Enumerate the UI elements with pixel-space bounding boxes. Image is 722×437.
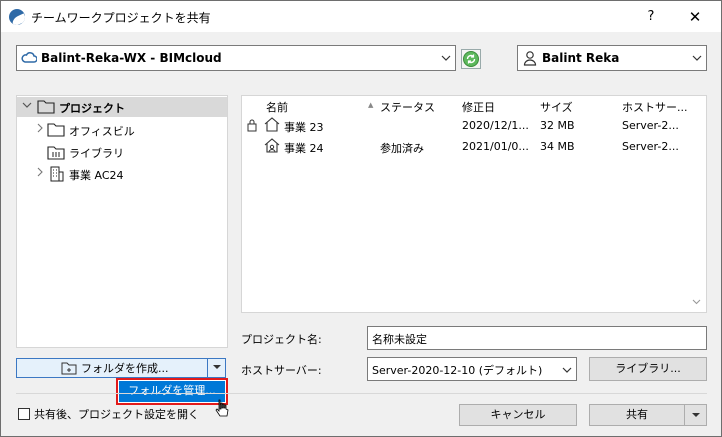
share-label: 共有 (626, 408, 648, 421)
folder-icon (37, 99, 55, 117)
building-icon (49, 166, 65, 185)
tree-item-library[interactable]: ライブラリ (17, 142, 227, 162)
folder-icon (47, 122, 65, 140)
server-select-value: Balint-Reka-WX - BIMcloud (41, 51, 222, 65)
row-status: 参加済み (380, 142, 424, 155)
library-button[interactable]: ライブラリ... (589, 357, 707, 381)
user-select[interactable]: Balint Reka (517, 45, 707, 71)
row-name: 事業 24 (284, 142, 324, 155)
tree-item-label: プロジェクト (59, 102, 125, 115)
cloud-icon (21, 52, 38, 67)
scroll-down-icon[interactable] (692, 297, 701, 309)
tree-item-project-ac24[interactable]: 事業 AC24 (17, 164, 227, 184)
tree-item-label: ライブラリ (69, 147, 124, 160)
tree-item-office-building[interactable]: オフィスビル (17, 120, 227, 140)
project-list: 名前 ▲ ステータス 修正日 サイズ ホストサー... 事業 23 2020/1… (241, 95, 707, 313)
share-dropdown[interactable] (684, 405, 706, 425)
row-host: Server-2... (622, 140, 679, 153)
column-header-name[interactable]: 名前 (266, 99, 288, 115)
open-settings-checkbox[interactable] (18, 408, 30, 420)
project-joined-icon (264, 138, 280, 156)
row-size: 34 MB (540, 140, 575, 153)
create-folder-dropdown[interactable] (207, 359, 225, 377)
row-name: 事業 23 (284, 121, 324, 134)
open-settings-label: 共有後、プロジェクト設定を開く (34, 408, 199, 421)
title-bar: チームワークプロジェクトを共有 ? ✕ (1, 1, 721, 32)
share-button[interactable]: 共有 (589, 404, 707, 426)
create-folder-label: フォルダを作成... (81, 362, 169, 375)
row-modified: 2021/01/0... (462, 140, 529, 153)
tree-item-label: オフィスビル (69, 125, 135, 138)
cancel-button[interactable]: キャンセル (459, 404, 577, 426)
footer-separator (16, 393, 707, 394)
create-folder-button[interactable]: フォルダを作成... (16, 358, 226, 378)
sort-ascending-icon: ▲ (368, 101, 374, 109)
project-home-icon (264, 117, 280, 135)
project-name-value: 名称未設定 (372, 333, 427, 346)
mouse-cursor-icon (215, 399, 229, 422)
user-select-value: Balint Reka (542, 51, 620, 65)
tree-item-label: 事業 AC24 (69, 169, 124, 182)
new-folder-icon (61, 361, 77, 381)
manage-folders-menu-item[interactable]: フォルダを管理... (119, 381, 225, 402)
share-project-dialog: チームワークプロジェクトを共有 ? ✕ Balint-Reka-WX - BIM… (0, 0, 722, 437)
chevron-down-icon (441, 52, 451, 62)
project-name-field[interactable]: 名称未設定 (367, 326, 707, 350)
host-server-value: Server-2020-12-10 (デフォルト) (372, 364, 543, 377)
archicad-app-icon (9, 9, 25, 25)
column-header-size[interactable]: サイズ (540, 99, 573, 115)
close-button[interactable]: ✕ (685, 7, 705, 27)
row-host: Server-2... (622, 119, 679, 132)
lock-icon (246, 118, 258, 135)
sync-icon (463, 51, 479, 67)
library-icon (47, 144, 65, 163)
chevron-right-icon[interactable] (35, 123, 45, 136)
chevron-down-icon (562, 364, 572, 374)
chevron-down-icon[interactable] (22, 100, 32, 113)
tree-item-projects[interactable]: プロジェクト (17, 97, 227, 117)
caret-down-icon (212, 365, 221, 369)
folder-tree: プロジェクト オフィスビル ライブラリ 事業 AC24 (16, 95, 228, 348)
window-title: チームワークプロジェクトを共有 (31, 11, 211, 25)
host-server-select[interactable]: Server-2020-12-10 (デフォルト) (367, 357, 577, 381)
sync-button[interactable] (461, 49, 481, 69)
caret-down-icon (691, 413, 700, 417)
server-select[interactable]: Balint-Reka-WX - BIMcloud (16, 45, 456, 71)
chevron-right-icon[interactable] (35, 167, 45, 180)
column-header-status[interactable]: ステータス (380, 99, 435, 115)
help-button[interactable]: ? (641, 7, 661, 27)
host-server-label: ホストサーバー: (241, 364, 322, 377)
column-header-modified[interactable]: 修正日 (462, 99, 495, 115)
row-modified: 2020/12/1... (462, 119, 529, 132)
column-header-host[interactable]: ホストサー... (622, 99, 688, 115)
project-name-label: プロジェクト名: (241, 333, 322, 346)
row-size: 32 MB (540, 119, 575, 132)
user-icon (523, 50, 537, 69)
chevron-down-icon (692, 52, 702, 62)
